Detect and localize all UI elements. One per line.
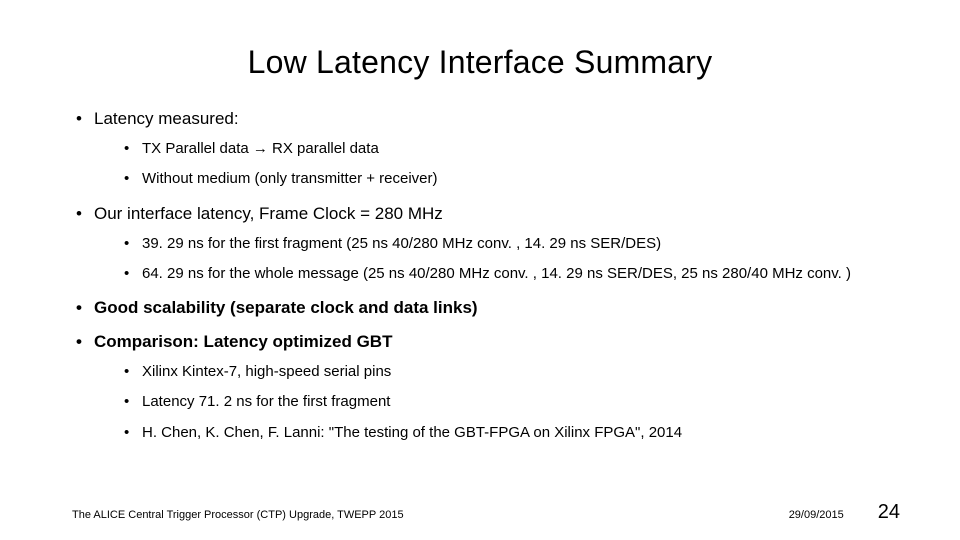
bullet-text: 64. 29 ns for the whole message (25 ns 4… bbox=[142, 265, 851, 282]
slide-footer: The ALICE Central Trigger Processor (CTP… bbox=[0, 501, 960, 524]
sub-bullet-whole-message: 64. 29 ns for the whole message (25 ns 4… bbox=[124, 264, 888, 284]
sub-bullet-tx-rx: TX Parallel data → RX parallel data bbox=[124, 139, 888, 159]
sub-bullet-kintex7: Xilinx Kintex-7, high-speed serial pins bbox=[124, 362, 888, 382]
bullet-text: Good scalability (separate clock and dat… bbox=[94, 298, 478, 317]
sub-bullet-without-medium: Without medium (only transmitter + recei… bbox=[124, 169, 888, 189]
bullet-text: Xilinx Kintex-7, high-speed serial pins bbox=[142, 363, 391, 380]
bullet-our-interface: Our interface latency, Frame Clock = 280… bbox=[72, 204, 888, 285]
bullet-text: Latency measured: bbox=[94, 109, 239, 128]
footer-right: 29/09/2015 24 bbox=[789, 501, 900, 524]
bullet-text: Without medium (only transmitter + recei… bbox=[142, 170, 438, 187]
sub-list: TX Parallel data → RX parallel data With… bbox=[72, 139, 888, 190]
bullet-comparison-gbt: Comparison: Latency optimized GBT Xilinx… bbox=[72, 332, 888, 443]
slide: Low Latency Interface Summary Latency me… bbox=[0, 0, 960, 540]
footer-page-number: 24 bbox=[878, 501, 900, 524]
sub-bullet-latency-71ns: Latency 71. 2 ns for the first fragment bbox=[124, 392, 888, 412]
sub-bullet-citation: H. Chen, K. Chen, F. Lanni: "The testing… bbox=[124, 423, 888, 443]
bullet-text: Latency 71. 2 ns for the first fragment bbox=[142, 393, 390, 410]
bullet-text: TX Parallel data → RX parallel data bbox=[142, 140, 379, 157]
sub-bullet-first-fragment: 39. 29 ns for the first fragment (25 ns … bbox=[124, 234, 888, 254]
footer-left-text: The ALICE Central Trigger Processor (CTP… bbox=[72, 509, 404, 521]
bullet-text: 39. 29 ns for the first fragment (25 ns … bbox=[142, 235, 661, 252]
bullet-list: Latency measured: TX Parallel data → RX … bbox=[72, 109, 888, 443]
bullet-text: Our interface latency, Frame Clock = 280… bbox=[94, 204, 443, 223]
bullet-scalability: Good scalability (separate clock and dat… bbox=[72, 298, 888, 318]
slide-content: Latency measured: TX Parallel data → RX … bbox=[0, 109, 960, 443]
sub-list: 39. 29 ns for the first fragment (25 ns … bbox=[72, 234, 888, 285]
bullet-text: H. Chen, K. Chen, F. Lanni: "The testing… bbox=[142, 424, 682, 441]
bullet-text: Comparison: Latency optimized GBT bbox=[94, 332, 392, 351]
footer-date: 29/09/2015 bbox=[789, 509, 844, 521]
sub-list: Xilinx Kintex-7, high-speed serial pins … bbox=[72, 362, 888, 443]
bullet-latency-measured: Latency measured: TX Parallel data → RX … bbox=[72, 109, 888, 190]
slide-title: Low Latency Interface Summary bbox=[0, 0, 960, 109]
